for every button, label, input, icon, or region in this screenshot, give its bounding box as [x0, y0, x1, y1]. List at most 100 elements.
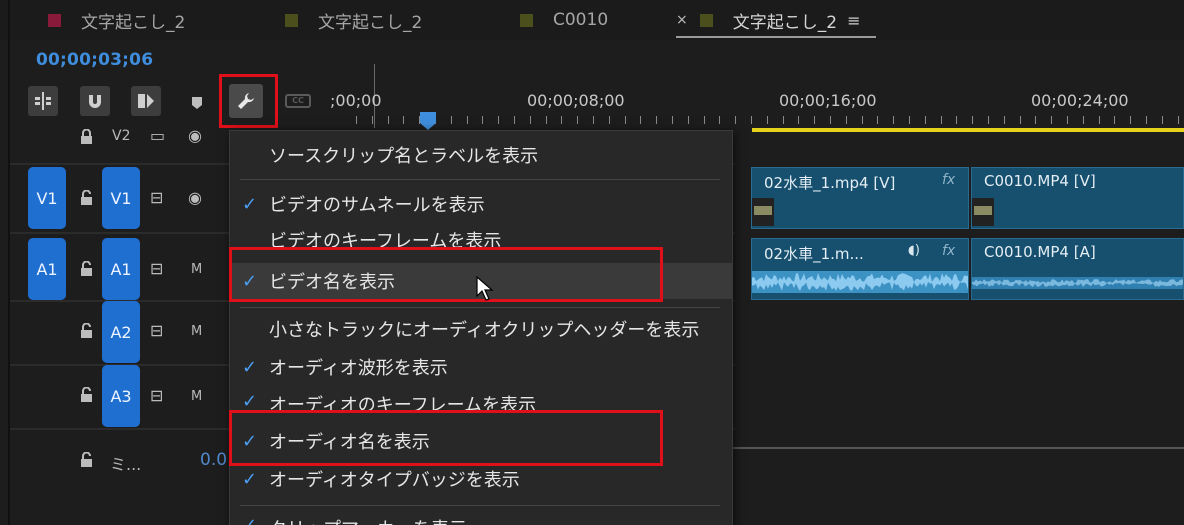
- menu-item-label: オーディオタイプバッジを表示: [269, 470, 520, 491]
- ruler-tick: [1162, 116, 1163, 124]
- check-icon: ✓: [242, 515, 257, 525]
- menu-item-show-audio-clip-headers[interactable]: 小さなトラックにオーディオクリップヘッダーを表示: [230, 311, 732, 347]
- lock-icon[interactable]: [80, 387, 93, 403]
- sync-lock-icon[interactable]: ⊟: [150, 259, 163, 278]
- eye-icon[interactable]: ◉: [188, 188, 202, 207]
- ruler-tick: [1178, 116, 1179, 124]
- playhead-handle[interactable]: [419, 111, 437, 131]
- ruler-tick: [1020, 116, 1021, 124]
- work-area-bar[interactable]: [752, 128, 1184, 132]
- ruler-tick: [735, 116, 736, 124]
- label-color-swatch: [285, 13, 298, 27]
- captions-icon[interactable]: CC: [285, 94, 311, 108]
- mute-button-a1[interactable]: M: [191, 262, 202, 277]
- sequence-tab-2[interactable]: 文字起こし_2: [285, 8, 422, 33]
- mute-button-a2[interactable]: M: [191, 324, 202, 339]
- ruler-tick: [1051, 116, 1052, 124]
- playhead-timecode[interactable]: 00;00;03;06: [36, 50, 153, 70]
- lock-icon[interactable]: [80, 323, 93, 339]
- tab-label: 文字起こし_2: [732, 12, 838, 33]
- clip-thumbnail: [752, 198, 774, 226]
- sync-lock-icon[interactable]: ⊟: [150, 386, 163, 405]
- menu-item-show-audio-waveform[interactable]: ✓ オーディオ波形を表示: [230, 349, 732, 385]
- ruler-tick: [672, 116, 673, 124]
- snap-button[interactable]: [80, 86, 110, 116]
- lock-icon[interactable]: [80, 261, 93, 277]
- source-patch-v1[interactable]: V1: [28, 167, 66, 229]
- audio-clip[interactable]: C0010.MP4 [A]: [971, 238, 1184, 300]
- clip-name: 02水車_1.m...: [764, 245, 864, 263]
- ruler-tick: [561, 116, 562, 124]
- audio-clip[interactable]: 02水車_1.m... ◖) fx: [751, 238, 969, 300]
- sync-lock-icon[interactable]: ▭: [150, 126, 165, 145]
- menu-item-show-source-clip-names[interactable]: ソースクリップ名とラベルを表示: [230, 137, 732, 173]
- lock-icon[interactable]: [80, 190, 93, 206]
- ruler-tick: [1035, 116, 1036, 124]
- menu-item-show-video-thumbnails[interactable]: ✓ ビデオのサムネールを表示: [230, 186, 732, 222]
- ruler-tick: [388, 116, 389, 124]
- ruler-tick: [956, 116, 957, 124]
- menu-item-show-video-keyframes[interactable]: ビデオのキーフレームを表示: [230, 223, 732, 247]
- time-ruler[interactable]: [330, 108, 1184, 130]
- ruler-tick: [530, 116, 531, 124]
- ruler-tick: [640, 116, 641, 124]
- clip-name: C0010.MP4 [V]: [984, 172, 1096, 190]
- source-patch-a1[interactable]: A1: [28, 238, 66, 300]
- check-icon: ✓: [242, 356, 258, 378]
- mix-volume-value[interactable]: 0.0: [200, 450, 227, 470]
- label-color-swatch: [520, 13, 533, 27]
- ruler-tick: [830, 116, 831, 124]
- ruler-tick: [467, 116, 468, 124]
- track-target-a2[interactable]: A2: [102, 301, 140, 363]
- ruler-tick: [1004, 116, 1005, 124]
- sync-lock-icon[interactable]: ⊟: [150, 188, 163, 207]
- track-target-v1[interactable]: V1: [102, 167, 140, 229]
- highlight-box-audio-names: [229, 410, 663, 466]
- add-marker-button[interactable]: [191, 95, 203, 114]
- ruler-tick: [704, 116, 705, 124]
- eye-icon[interactable]: ◉: [188, 126, 202, 145]
- sequence-tab-3[interactable]: C0010: [520, 8, 608, 32]
- ruler-tick: [625, 116, 626, 124]
- tab-label: 文字起こし_2: [81, 12, 186, 33]
- track-target-a1[interactable]: A1: [102, 238, 140, 300]
- mix-track-line: [733, 447, 1184, 449]
- linked-selection-button[interactable]: [131, 86, 161, 116]
- video-clip[interactable]: C0010.MP4 [V]: [971, 167, 1184, 229]
- panel-menu-icon[interactable]: ≡: [847, 11, 860, 30]
- ruler-tick: [751, 116, 752, 124]
- linked-selection-icon: [138, 94, 154, 108]
- tab-label: C0010: [553, 10, 609, 30]
- ruler-tick: [656, 116, 657, 124]
- ruler-tick: [814, 116, 815, 124]
- ruler-tick: [514, 116, 515, 124]
- ruler-tick: [972, 116, 973, 124]
- ruler-tick: [482, 116, 483, 124]
- insert-snap-button[interactable]: [28, 86, 58, 116]
- close-icon[interactable]: ×: [676, 12, 688, 28]
- ruler-tick: [783, 116, 784, 124]
- highlight-box-video-names: [229, 247, 663, 302]
- sequence-tab-1[interactable]: 文字起こし_2: [48, 8, 186, 33]
- ruler-tick: [988, 116, 989, 124]
- menu-item-label: ビデオのキーフレームを表示: [269, 231, 502, 247]
- ruler-tick: [1099, 116, 1100, 124]
- lock-icon[interactable]: [80, 452, 93, 468]
- sequence-tab-4-active[interactable]: × 文字起こし_2 ≡: [676, 8, 860, 33]
- track-target-a3[interactable]: A3: [102, 365, 140, 427]
- mute-button-a3[interactable]: M: [191, 389, 202, 404]
- mouse-cursor-icon: [476, 276, 494, 301]
- menu-item-show-audio-type-badges[interactable]: ✓ オーディオタイプバッジを表示: [230, 461, 732, 497]
- ruler-tick: [356, 116, 357, 124]
- clip-thumbnail: [972, 198, 994, 226]
- menu-item-label: ビデオのサムネールを表示: [269, 195, 485, 216]
- ruler-tick: [925, 116, 926, 124]
- video-clip[interactable]: 02水車_1.mp4 [V] fx: [751, 167, 969, 229]
- menu-item-show-audio-keyframes[interactable]: ✓ オーディオのキーフレームを表示: [230, 387, 732, 411]
- menu-item-show-clip-markers[interactable]: ✓ クリップマーカーを表示: [230, 513, 732, 525]
- check-icon: ✓: [242, 391, 258, 411]
- lock-icon[interactable]: [80, 129, 93, 145]
- clip-name: 02水車_1.mp4 [V]: [764, 174, 896, 192]
- sync-lock-icon[interactable]: ⊟: [150, 321, 163, 340]
- clip-name: C0010.MP4 [A]: [984, 243, 1096, 261]
